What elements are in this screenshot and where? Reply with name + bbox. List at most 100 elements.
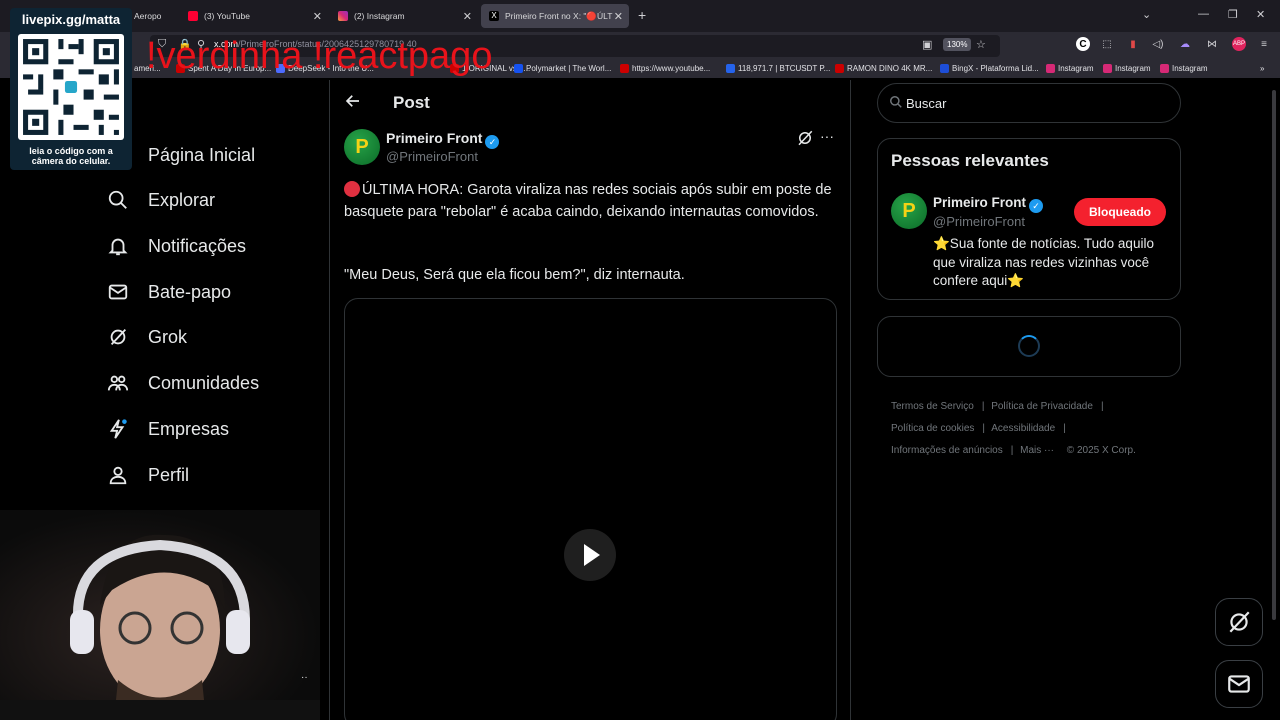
page-scrollbar[interactable] xyxy=(1272,90,1276,620)
nav-business[interactable]: Empresas xyxy=(106,409,229,449)
relevant-person-bio: ⭐Sua fonte de notícias. Tudo aquilo que … xyxy=(933,236,1154,288)
youtube-icon xyxy=(188,11,198,21)
speaker-icon[interactable]: ◁) xyxy=(1151,37,1165,51)
nav-profile[interactable]: Perfil xyxy=(106,455,189,495)
minimize-icon[interactable]: — xyxy=(1198,8,1209,20)
search-icon xyxy=(106,188,130,212)
nav-label: Notificações xyxy=(148,235,247,256)
zoom-level[interactable]: 130% xyxy=(943,38,972,51)
bookmark-item[interactable]: Polymarket | The Worl... xyxy=(514,64,611,73)
tab-aeropo[interactable]: Aeropo xyxy=(126,4,186,28)
tab-list-icon[interactable]: ⌄ xyxy=(1142,8,1151,21)
tab-youtube[interactable]: (3) YouTube ✕ xyxy=(180,4,328,28)
nav-label: Bate-papo xyxy=(148,281,232,302)
more-bookmarks-icon[interactable]: » xyxy=(1260,64,1264,73)
nav-notifications[interactable]: Notificações xyxy=(106,226,246,266)
verified-badge-icon: ✓ xyxy=(485,135,500,149)
adblock-icon[interactable]: ABP xyxy=(1232,37,1246,51)
tab-label: Aeropo xyxy=(134,11,162,21)
close-icon[interactable]: ✕ xyxy=(614,10,623,23)
grok-explain-icon[interactable] xyxy=(796,129,814,152)
play-button[interactable] xyxy=(564,529,616,581)
back-arrow-icon[interactable] xyxy=(344,92,362,115)
tab-instagram[interactable]: (2) Instagram ✕ xyxy=(330,4,478,28)
search-icon xyxy=(889,95,903,114)
bookmark-item[interactable]: Instagram xyxy=(1160,64,1208,73)
tweet-text: ÚLTIMA HORA: Garota viraliza nas redes s… xyxy=(344,181,832,220)
left-divider xyxy=(329,80,330,720)
extension-arrows-icon[interactable]: ⋈ xyxy=(1205,37,1219,51)
blocked-button[interactable]: Bloqueado xyxy=(1074,198,1166,226)
nav-explore[interactable]: Explorar xyxy=(106,180,215,220)
nav-label: Grok xyxy=(148,326,188,347)
restore-icon[interactable]: ❐ xyxy=(1228,8,1238,21)
bookmark-item[interactable]: 118,971.7 | BTCUSDT P... xyxy=(726,64,830,73)
author-handle[interactable]: @PrimeiroFront xyxy=(386,149,478,164)
loading-spinner-icon xyxy=(1018,335,1040,357)
red-circle-emoji-icon xyxy=(344,181,360,197)
video-player[interactable] xyxy=(344,298,837,720)
extension-c-icon[interactable]: C xyxy=(1076,37,1090,51)
qr-code-image xyxy=(18,34,124,140)
more-dots-icon[interactable]: ·· xyxy=(301,672,308,683)
nav-communities[interactable]: Comunidades xyxy=(106,363,259,403)
bookmark-item[interactable]: https://www.youtube... xyxy=(620,64,710,73)
page-title: Post xyxy=(393,93,430,112)
search-placeholder: Buscar xyxy=(906,96,947,111)
right-divider xyxy=(850,80,851,720)
close-icon[interactable]: ✕ xyxy=(463,10,472,23)
reader-view-icon[interactable]: ▣ xyxy=(922,38,932,51)
footer-links: Termos de Serviço | Política de Privacida… xyxy=(891,401,1136,456)
tab-label: (3) YouTube xyxy=(204,11,250,21)
more-options-icon[interactable]: ··· xyxy=(820,128,834,144)
bell-icon xyxy=(106,234,130,258)
close-icon[interactable]: ✕ xyxy=(313,10,322,23)
webcam-feed: ·· xyxy=(0,510,320,720)
nav-label: Empresas xyxy=(148,418,230,439)
bookmark-item[interactable]: Instagram xyxy=(1046,64,1094,73)
nav-messages[interactable]: Bate-papo xyxy=(106,272,231,312)
grok-icon xyxy=(106,325,130,349)
nav-label: Explorar xyxy=(148,189,216,210)
tab-label: (2) Instagram xyxy=(354,11,405,21)
new-tab-icon[interactable]: + xyxy=(638,7,646,23)
tab-label: Primeiro Front no X: "🔴ÚLTIM xyxy=(505,10,613,21)
footer-copyright: © 2025 X Corp. xyxy=(1066,445,1136,456)
bookmark-star-icon[interactable]: ☆ xyxy=(976,38,986,51)
relevant-avatar[interactable]: P xyxy=(891,193,927,229)
bookmark-item[interactable]: BingX - Plataforma Lid... xyxy=(940,64,1039,73)
author-name[interactable]: Primeiro Front ✓ xyxy=(386,130,500,149)
person-icon xyxy=(106,463,130,487)
tab-x-post[interactable]: X Primeiro Front no X: "🔴ÚLTIM ✕ xyxy=(481,4,629,28)
footer-privacy-link[interactable]: Política de Privacidade xyxy=(991,401,1093,412)
footer-cookies-link[interactable]: Política de cookies xyxy=(891,423,974,434)
footer-more-link[interactable]: Mais ··· xyxy=(1020,445,1054,456)
nav-grok[interactable]: Grok xyxy=(106,317,187,357)
footer-ads-link[interactable]: Informações de anúncios xyxy=(891,445,1003,456)
messages-fab-button[interactable] xyxy=(1215,660,1263,708)
menu-icon[interactable]: ≡ xyxy=(1257,37,1271,51)
nav-label: Página Inicial xyxy=(148,144,256,165)
footer-accessibility-link[interactable]: Acessibilidade xyxy=(991,423,1055,434)
extension-badge-icon[interactable]: ▮ xyxy=(1126,37,1140,51)
footer-terms-link[interactable]: Termos de Serviço xyxy=(891,401,974,412)
mail-icon xyxy=(1228,675,1250,693)
qr-title: livepix.gg/matta xyxy=(21,12,121,27)
bookmark-item[interactable]: Instagram xyxy=(1103,64,1151,73)
window-close-icon[interactable]: ✕ xyxy=(1256,8,1265,21)
play-icon xyxy=(584,544,600,566)
livepix-qr-panel: livepix.gg/matta leia o código com a câm… xyxy=(10,8,132,170)
streamer-image xyxy=(0,534,320,720)
bookmark-item[interactable]: RAMON DINO 4K MR... xyxy=(835,64,932,73)
extension-puzzle-icon[interactable]: ⬚ xyxy=(1100,37,1114,51)
relevant-person-handle[interactable]: @PrimeiroFront xyxy=(933,214,1025,229)
relevant-person-name[interactable]: Primeiro Front ✓ xyxy=(933,195,1044,213)
qr-caption: leia o código com a câmera do celular. xyxy=(29,146,113,166)
author-avatar[interactable]: P xyxy=(344,129,380,165)
browser-tab-bar: Aeropo (3) YouTube ✕ (2) Instagram ✕ X P… xyxy=(0,0,1280,32)
nav-label: Perfil xyxy=(148,464,190,485)
grok-fab-button[interactable] xyxy=(1215,598,1263,646)
verified-badge-icon: ✓ xyxy=(1029,199,1044,213)
extension-cloud-icon[interactable]: ☁ xyxy=(1178,37,1192,51)
grok-icon xyxy=(1229,611,1250,633)
